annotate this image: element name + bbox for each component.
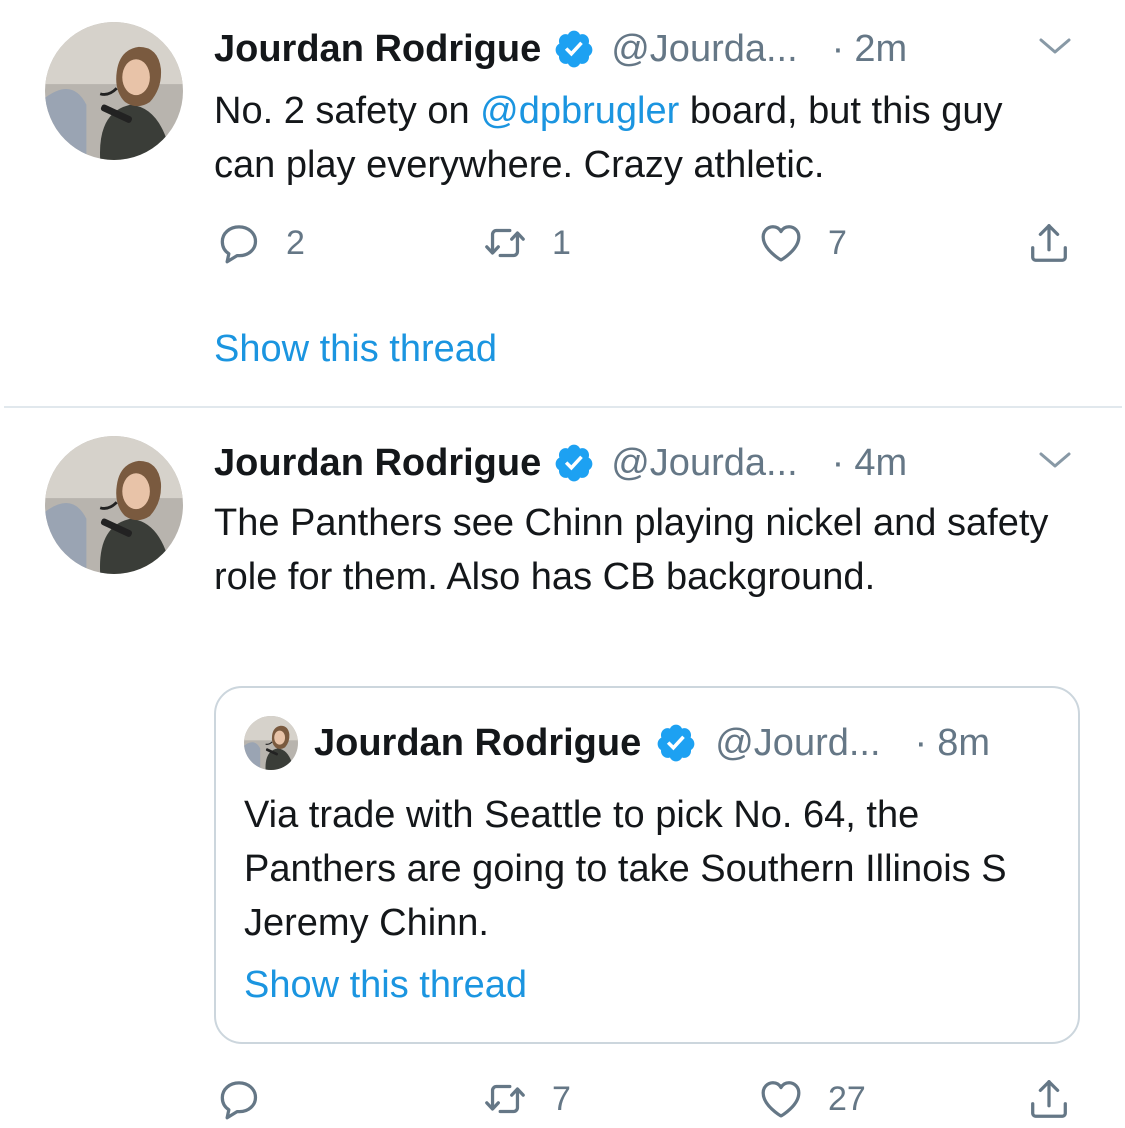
verified-icon [553,28,595,70]
chevron-down-icon[interactable] [1037,448,1073,472]
timestamp[interactable]: 4m [854,442,907,485]
tweet-actions: 2 1 7 [214,218,1084,268]
separator-dot: · [831,441,845,484]
mention-link[interactable]: @dpbrugler [480,90,679,132]
tweet[interactable]: Jourdan Rodrigue @Jourda... · 2m No. 2 s… [0,0,1125,408]
tweet-text: The Panthers see Chinn playing nickel an… [214,502,1049,598]
retweet-icon [482,220,528,266]
author-name: Jourdan Rodrigue [314,721,642,764]
author-handle[interactable]: @Jourda... [611,442,797,485]
separator-dot: · [914,721,928,764]
show-thread-link[interactable]: Show this thread [244,964,527,1007]
like-count: 27 [828,1079,866,1118]
timestamp: 8m [937,721,990,764]
author-handle[interactable]: @Jourda... [611,28,797,71]
share-button[interactable] [1026,218,1072,268]
author-name[interactable]: Jourdan Rodrigue [214,442,541,485]
chevron-down-icon[interactable] [1037,34,1073,58]
retweet-count: 1 [552,223,571,262]
retweet-icon [482,1076,528,1122]
retweet-count: 7 [552,1079,571,1118]
avatar[interactable] [45,436,183,574]
retweet-button[interactable]: 1 [482,218,571,268]
like-icon [758,1076,804,1122]
separator-dot: · [831,27,845,70]
tweet[interactable]: Jourdan Rodrigue @Jourda... · 4m The Pan… [0,410,1125,1128]
share-button[interactable] [1026,1074,1072,1124]
author-handle: @Jourd... [715,721,881,764]
quoted-tweet-header: Jourdan Rodrigue @Jourd... · 8m [314,718,1050,768]
retweet-button[interactable]: 7 [482,1074,571,1124]
share-icon [1026,220,1072,266]
like-button[interactable]: 7 [758,218,847,268]
reply-count: 2 [286,223,305,262]
tweet-text: No. 2 safety on @dpbrugler board, but th… [214,84,1074,192]
tweet-actions: 7 27 [214,1074,1084,1124]
share-icon [1026,1076,1072,1122]
reply-icon [216,1076,262,1122]
avatar-image [45,22,183,160]
quoted-tweet-text: Via trade with Seattle to pick No. 64, t… [244,794,1007,944]
author-name[interactable]: Jourdan Rodrigue [214,28,541,71]
like-icon [758,220,804,266]
timestamp[interactable]: 2m [854,28,907,71]
like-button[interactable]: 27 [758,1074,866,1124]
avatar[interactable] [45,22,183,160]
verified-icon [655,722,697,764]
tweet-header: Jourdan Rodrigue @Jourda... · 2m [214,24,1075,74]
quoted-tweet[interactable]: Jourdan Rodrigue @Jourd... · 8m Via trad… [214,686,1080,1044]
tweet-header: Jourdan Rodrigue @Jourda... · 4m [214,438,1075,488]
reply-button[interactable]: 2 [216,218,305,268]
show-thread-link[interactable]: Show this thread [214,328,497,371]
avatar-image [45,436,183,574]
tweet-text-part: No. 2 safety on [214,90,481,132]
like-count: 7 [828,223,847,262]
tweet-divider [4,406,1122,408]
reply-button[interactable] [216,1074,286,1124]
reply-icon [216,220,262,266]
avatar-image [244,716,298,770]
verified-icon [553,442,595,484]
avatar [244,716,298,770]
